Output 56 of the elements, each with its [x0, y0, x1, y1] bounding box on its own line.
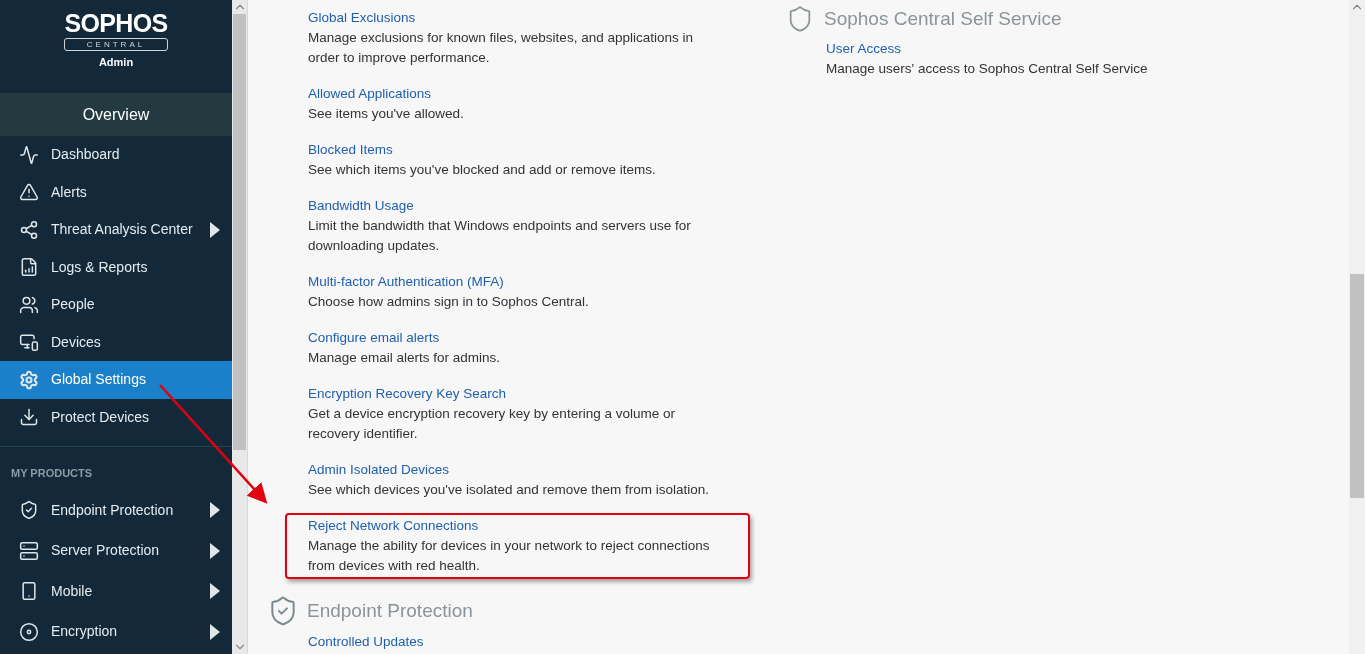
settings-link[interactable]: Admin Isolated Devices: [308, 460, 450, 480]
phone-icon: [19, 581, 39, 602]
sidebar-item[interactable]: Devices: [0, 323, 232, 361]
network-icon: [19, 219, 39, 240]
settings-link[interactable]: Blocked Items: [308, 140, 393, 160]
settings-link[interactable]: Configure email alerts: [308, 328, 440, 348]
settings-link[interactable]: Controlled Updates: [308, 633, 424, 651]
sidebar-item[interactable]: Encryption: [0, 611, 232, 652]
settings-link[interactable]: Global Exclusions: [308, 8, 416, 28]
settings-link[interactable]: Reject Network Connections: [308, 516, 479, 536]
bar-chart-icon: [19, 257, 39, 278]
overview-header[interactable]: Overview: [0, 93, 232, 136]
sidebar-item[interactable]: Alerts: [0, 173, 232, 211]
sidebar-scrollbar[interactable]: [232, 0, 248, 654]
settings-link[interactable]: Multi-factor Authentication (MFA): [308, 272, 504, 292]
warning-icon: [19, 182, 39, 203]
section-heading: Sophos Central Self Service: [824, 8, 1062, 30]
devices-icon: [19, 332, 39, 353]
settings-link[interactable]: Allowed Applications: [308, 84, 432, 104]
sidebar-item[interactable]: Logs & Reports: [0, 248, 232, 286]
server-icon: [19, 540, 39, 561]
settings-description: See which items you've blocked and add or remove items.: [308, 161, 657, 179]
sidebar-item[interactable]: Mobile: [0, 571, 232, 612]
download-icon: [19, 407, 39, 428]
sidebar-item[interactable]: Dashboard: [0, 136, 232, 174]
settings-description: Get a device encryption recovery key by entering a volume or recovery identifier.: [308, 405, 676, 443]
settings-link[interactable]: User Access: [826, 39, 902, 59]
settings-description: Manage email alerts for admins.: [308, 349, 502, 367]
page-scrollbar[interactable]: [1349, 0, 1365, 654]
settings-description: Manage exclusions for known files, websites, and applications in order to improve performance.: [308, 29, 694, 67]
sidebar-item[interactable]: Threat Analysis Center: [0, 211, 232, 249]
settings-link[interactable]: Encryption Recovery Key Search: [308, 384, 507, 404]
shield-icon: [19, 500, 39, 521]
disc-icon: [19, 621, 39, 642]
settings-description: See which devices you've isolated and remove them from isolation.: [308, 481, 711, 499]
pulse-chart-icon: [19, 144, 39, 165]
settings-description: Limit the bandwidth that Windows endpoints and servers use for downloading updates.: [308, 217, 692, 255]
sidebar-item[interactable]: People: [0, 286, 232, 324]
settings-description: Manage the ability for devices in your network to reject connections from devices with red health.: [308, 537, 711, 575]
sidebar-item[interactable]: Endpoint Protection: [0, 490, 232, 531]
settings-description: See items you've allowed.: [308, 105, 465, 123]
logo-wordmark: SOPHOS: [64, 10, 168, 37]
role-label: Admin: [98, 55, 134, 70]
sidebar-item[interactable]: Server Protection: [0, 530, 232, 571]
logo-badge: CENTRAL: [64, 38, 168, 51]
scrollbar-thumb[interactable]: [233, 14, 246, 450]
settings-icon: [19, 369, 39, 390]
settings-description: Choose how admins sign in to Sophos Central.: [308, 293, 590, 311]
section-label: MY PRODUCTS: [11, 467, 93, 479]
section-heading: Endpoint Protection: [307, 599, 473, 623]
sidebar-item[interactable]: Global Settings: [0, 361, 232, 399]
scrollbar-thumb[interactable]: [1350, 274, 1364, 498]
settings-link[interactable]: Bandwidth Usage: [308, 196, 414, 216]
sidebar-item[interactable]: Protect Devices: [0, 398, 232, 436]
people-icon: [19, 294, 39, 315]
settings-description: Manage users' access to Sophos Central Self Service: [826, 60, 1149, 78]
